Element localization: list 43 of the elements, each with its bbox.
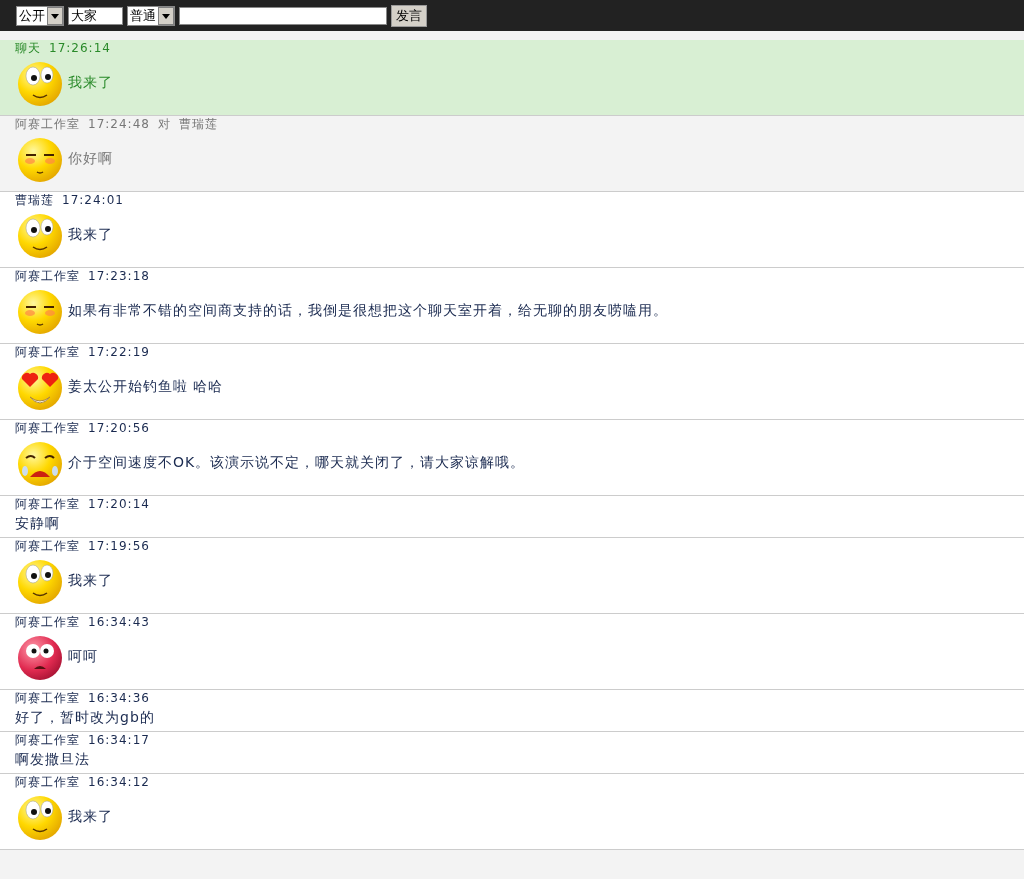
sender-name[interactable]: 阿赛工作室 [15,269,80,283]
sender-name[interactable]: 阿赛工作室 [15,539,80,553]
sender-name[interactable]: 阿赛工作室 [15,117,80,131]
recipient-name[interactable]: 曹瑞莲 [178,117,218,131]
message-time: 16:34:17 [88,733,150,747]
message-time: 16:34:43 [88,615,150,629]
message-text: 我来了 [68,572,113,590]
sender-name[interactable]: 阿赛工作室 [15,497,80,511]
sender-name[interactable]: 曹瑞莲 [15,193,54,207]
send-button[interactable]: 发言 [391,4,427,27]
message-time: 17:22:19 [88,345,150,359]
scope-dropdown[interactable]: 公开 [16,5,64,26]
message-time: 16:34:12 [88,775,150,789]
message-text: 啊发撒旦法 [15,751,90,769]
message-time: 17:24:48 [88,117,150,131]
message-time: 16:34:36 [88,691,150,705]
message-text: 好了，暂时改为gb的 [15,709,155,727]
message-time: 17:20:14 [88,497,150,511]
message-time: 17:24:01 [62,193,124,207]
message-text: 我来了 [68,74,113,92]
message-time: 17:23:18 [88,269,150,283]
sender-name[interactable]: 阿赛工作室 [15,691,80,705]
to-label: 对 [157,117,171,131]
message-text: 我来了 [68,226,113,244]
message-text: 如果有非常不错的空间商支持的话，我倒是很想把这个聊天室开着，给无聊的朋友唠嗑用。 [68,302,668,320]
sender-name[interactable]: 阿赛工作室 [15,615,80,629]
sender-name[interactable]: 聊天 [15,41,41,55]
message-text: 你好啊 [68,150,113,168]
message-text: 呵呵 [68,648,98,666]
message-text: 介于空间速度不OK。该演示说不定，哪天就关闭了，请大家谅解哦。 [68,454,526,472]
sender-name[interactable]: 阿赛工作室 [15,421,80,435]
message-input[interactable] [179,6,387,25]
sender-name[interactable]: 阿赛工作室 [15,345,80,359]
target-field[interactable]: 大家 [68,6,123,25]
message-text: 姜太公开始钓鱼啦 哈哈 [68,378,224,396]
sender-name[interactable]: 阿赛工作室 [15,775,80,789]
message-text: 我来了 [68,808,113,826]
message-time: 17:19:56 [88,539,150,553]
style-dropdown[interactable]: 普通 [127,5,175,26]
sender-name[interactable]: 阿赛工作室 [15,733,80,747]
message-time: 17:20:56 [88,421,150,435]
message-text: 安静啊 [15,515,60,533]
message-time: 17:26:14 [49,41,111,55]
